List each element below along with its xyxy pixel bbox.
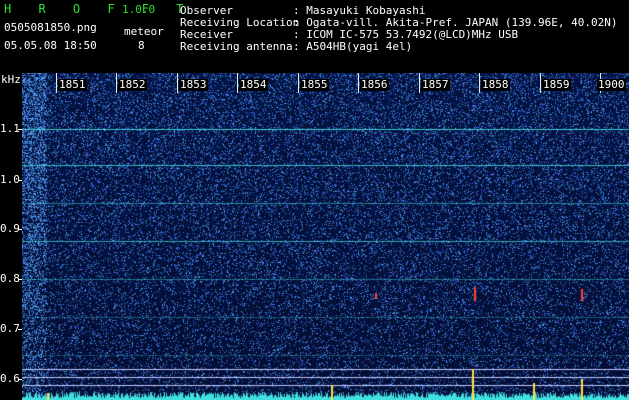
freq-label-1.1: 1.1 [0, 122, 20, 135]
time-tick [540, 73, 541, 93]
freq-tick [18, 180, 22, 181]
time-tick [358, 73, 359, 93]
time-label-1858: 1858 [481, 78, 510, 91]
freq-label-0.9: 0.9 [0, 222, 20, 235]
time-label-1859: 1859 [542, 78, 571, 91]
freq-label-0.8: 0.8 [0, 272, 20, 285]
freq-tick [18, 129, 22, 130]
time-axis: 1851 1852 1853 1854 1855 1856 1857 1858 … [0, 73, 629, 93]
file-name: 0505081850.png [4, 21, 97, 34]
spectrogram [22, 73, 629, 400]
header-panel: H R O F F T 1.0.0 0505081850.png meteor … [0, 0, 629, 72]
antenna-value: : A504HB(yagi 4el) [293, 40, 413, 53]
app-version: 1.0.0 [122, 3, 156, 16]
freq-label-0.6: 0.6 [0, 372, 20, 385]
time-tick [237, 73, 238, 93]
time-tick [479, 73, 480, 93]
time-label-1851: 1851 [58, 78, 87, 91]
time-tick [419, 73, 420, 93]
freq-tick [18, 379, 22, 380]
time-tick [56, 73, 57, 93]
time-label-1856: 1856 [360, 78, 389, 91]
time-tick [116, 73, 117, 93]
time-label-1854: 1854 [239, 78, 268, 91]
freq-tick [18, 329, 22, 330]
freq-tick [18, 279, 22, 280]
time-tick [177, 73, 178, 93]
freq-label-0.7: 0.7 [0, 322, 20, 335]
freq-tick [18, 229, 22, 230]
time-tick [298, 73, 299, 93]
time-label-1855: 1855 [300, 78, 329, 91]
time-label-1853: 1853 [179, 78, 208, 91]
observation-datetime: 05.05.08 18:50 [4, 39, 97, 52]
freq-label-1.0: 1.0 [0, 173, 20, 186]
meteor-count: 8 [138, 39, 145, 52]
detection-label: meteor [124, 25, 164, 38]
time-label-1857: 1857 [421, 78, 450, 91]
app-title: H R O F F T [4, 2, 194, 16]
time-label-1900: 1900 [597, 78, 626, 91]
antenna-key: Receiving antenna [180, 40, 293, 53]
time-label-1852: 1852 [118, 78, 147, 91]
